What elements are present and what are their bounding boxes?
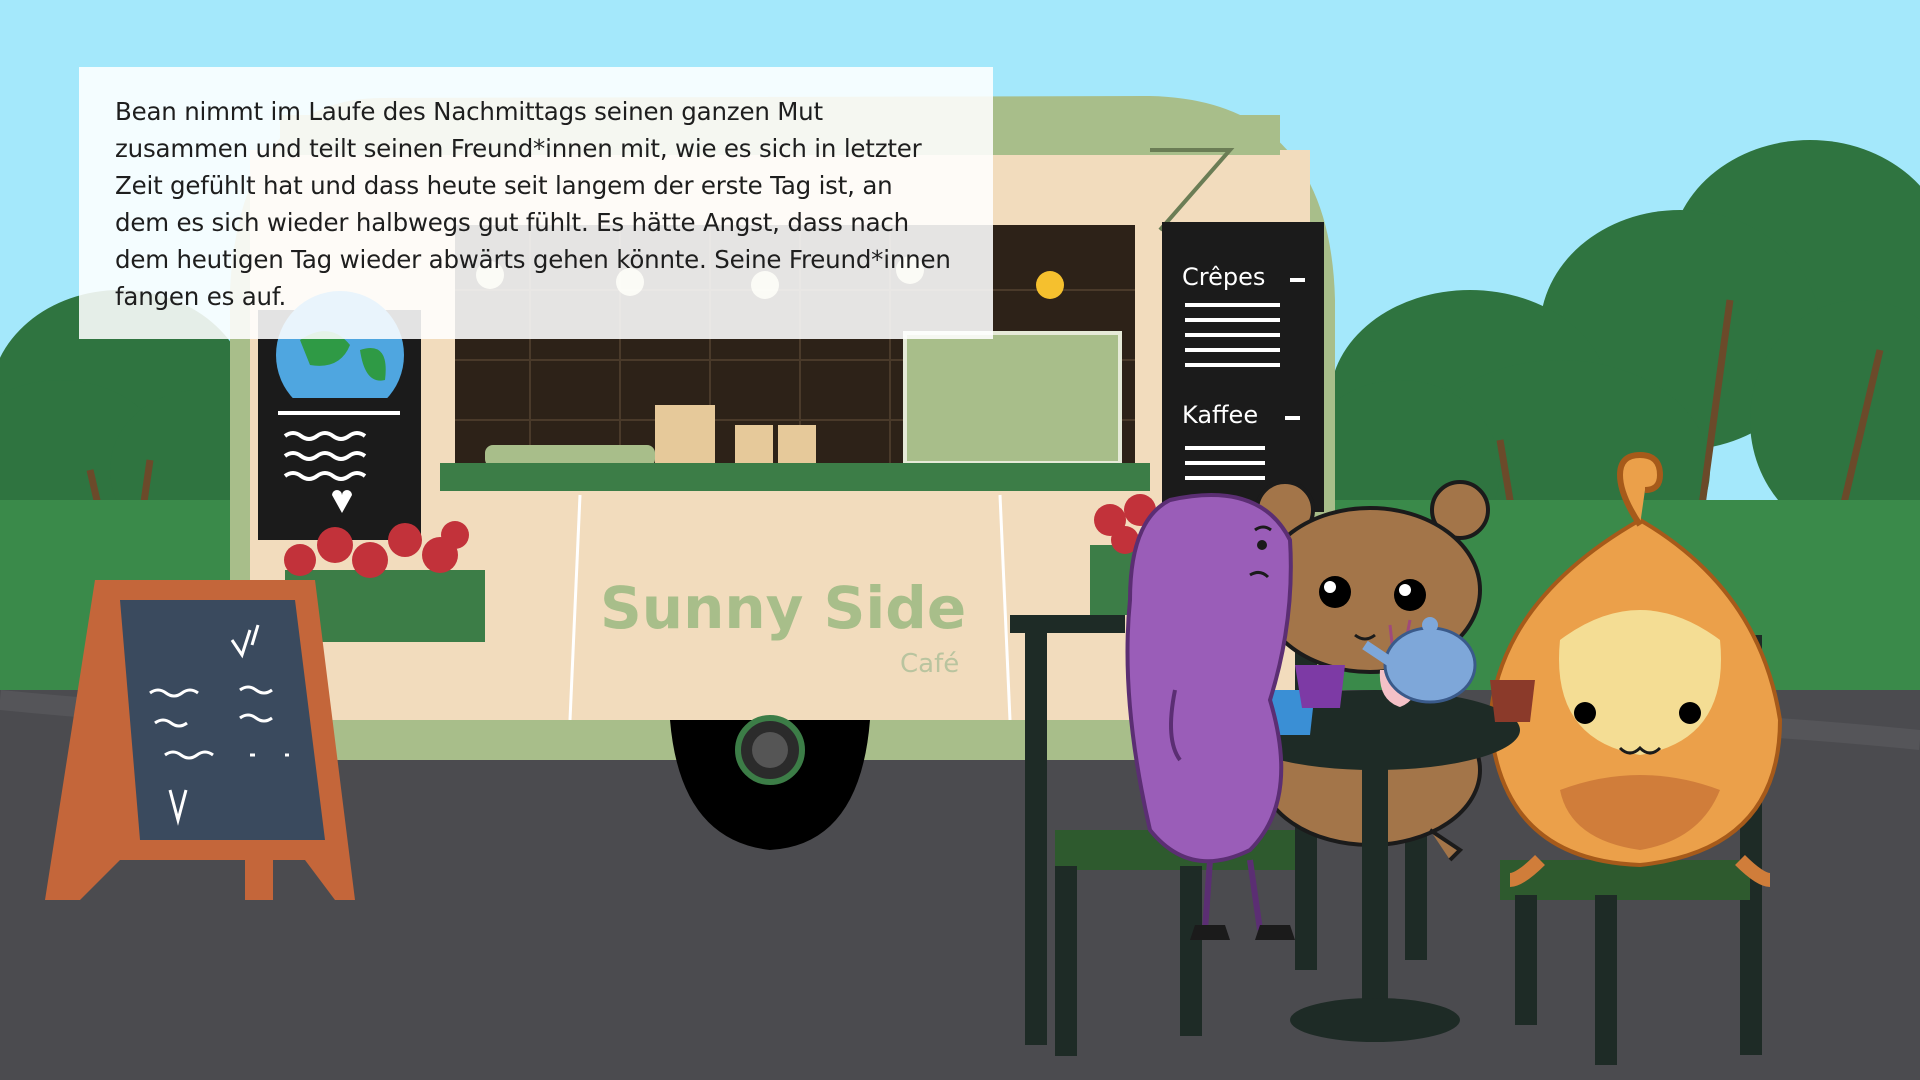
light-bulb-icon <box>1036 271 1064 299</box>
truck-subname: Café <box>900 649 959 679</box>
story-text: Bean nimmt im Laufe des Nachmittags sein… <box>115 97 951 311</box>
chalkboard-sign <box>45 580 355 900</box>
story-text-box: Bean nimmt im Laufe des Nachmittags sein… <box>79 67 993 339</box>
menu-item-crepes: Crêpes <box>1182 263 1265 291</box>
truck-name: Sunny Side <box>600 574 966 642</box>
truck-menu-board-right: Crêpes Kaffee <box>1162 222 1324 512</box>
menu-item-kaffee: Kaffee <box>1182 401 1258 429</box>
